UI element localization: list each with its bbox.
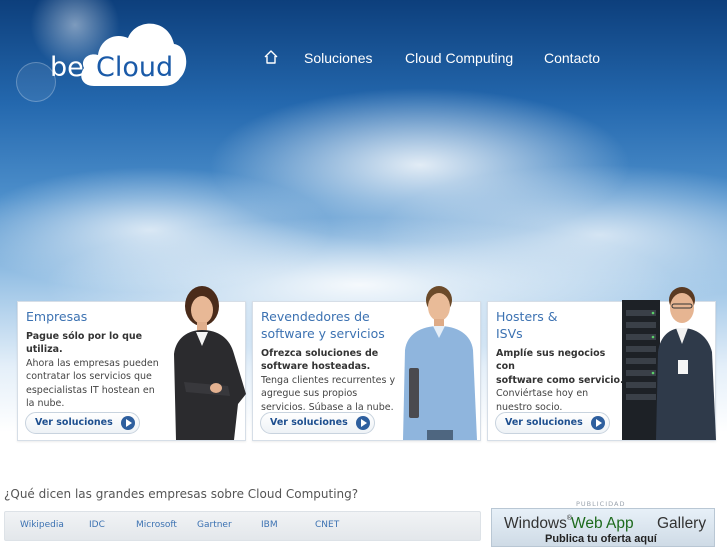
arrow-right-icon <box>120 416 135 430</box>
card-text-line: contratar los servicios que <box>26 371 152 383</box>
card-body: Amplíe sus negocios con software como se… <box>496 347 626 414</box>
tab-cnet[interactable]: CNET <box>315 520 339 530</box>
ver-soluciones-button[interactable]: Ver soluciones <box>25 412 140 434</box>
card-title: Revendedores de software y servicios <box>261 308 385 342</box>
card-bold-line: Amplíe sus negocios con <box>496 348 606 373</box>
ad-label: PUBLICIDAD <box>576 500 626 508</box>
card-text-line: Conviértase hoy en <box>496 388 589 400</box>
ver-soluciones-button[interactable]: Ver soluciones <box>495 412 610 434</box>
nav-soluciones[interactable]: Soluciones <box>304 50 373 66</box>
card-title: Hosters & ISVs <box>496 308 558 342</box>
logo-text-be: be <box>50 52 84 83</box>
tab-microsoft[interactable]: Microsoft <box>136 520 177 530</box>
ad-windows-text: Windows® <box>504 515 572 533</box>
card-revendedores: Revendedores de software y servicios Ofr… <box>252 286 481 441</box>
card-title-line1: Empresas <box>26 309 88 324</box>
card-text-line: la nube. <box>26 398 65 410</box>
card-bold-line: Ofrezca soluciones de <box>261 348 379 359</box>
card-bold-line: software como servicio. <box>496 374 624 386</box>
card-text-line: Ahora las empresas pueden <box>26 357 159 369</box>
ad-webapp-text: Web App <box>571 515 634 532</box>
card-body: Ofrezca soluciones de software hosteadas… <box>261 347 401 414</box>
card-bold-line: software hosteadas. <box>261 361 371 373</box>
man-with-laptop-photo <box>403 286 477 440</box>
card-title: Empresas <box>26 308 87 325</box>
card-title-line2: software y servicios <box>261 326 385 341</box>
arrow-right-icon <box>355 416 370 430</box>
press-tabs: Wikipedia IDC Microsoft Gartner IBM CNET <box>4 511 481 541</box>
card-bold-line: Pague sólo por lo que <box>26 331 143 342</box>
card-text-line: agregue sus propios <box>261 388 358 400</box>
card-text-line: Tenga clientes recurrentes y <box>261 374 396 386</box>
man-with-server-photo <box>622 287 716 440</box>
tab-gartner[interactable]: Gartner <box>197 520 232 530</box>
ad-windows-word: Windows <box>504 515 567 532</box>
button-label: Ver soluciones <box>505 417 583 428</box>
card-body: Pague sólo por lo que utiliza. Ahora las… <box>26 330 166 410</box>
card-empresas: Empresas Pague sólo por lo que utiliza. … <box>17 286 246 441</box>
tab-idc[interactable]: IDC <box>89 520 105 530</box>
arrow-right-icon <box>590 416 605 430</box>
card-title-line1: Hosters & <box>496 309 558 324</box>
web-app-gallery-ad[interactable]: Windows® Web App Gallery Publica tu ofer… <box>491 508 715 547</box>
card-hosters-isvs: Hosters & ISVs Amplíe sus negocios con s… <box>487 287 716 441</box>
tab-wikipedia[interactable]: Wikipedia <box>20 520 64 530</box>
businesswoman-photo <box>174 286 246 440</box>
becloud-logo[interactable]: be Cloud <box>48 18 188 88</box>
logo-text-cloud: Cloud <box>96 52 174 83</box>
card-text-line: nuestro socio. <box>496 401 563 413</box>
card-text-line: especialistas IT hostean en <box>26 384 155 396</box>
nav-cloud-computing[interactable]: Cloud Computing <box>405 50 513 66</box>
tab-ibm[interactable]: IBM <box>261 520 278 530</box>
card-text-line: servicios. Súbase a la nube. <box>261 401 394 413</box>
ver-soluciones-button[interactable]: Ver soluciones <box>260 412 375 434</box>
card-title-line1: Revendedores de <box>261 309 370 324</box>
press-question: ¿Qué dicen las grandes empresas sobre Cl… <box>4 487 359 501</box>
nav-contacto[interactable]: Contacto <box>544 50 600 66</box>
home-icon[interactable] <box>263 49 279 65</box>
button-label: Ver soluciones <box>270 417 348 428</box>
card-title-line2: ISVs <box>496 326 523 341</box>
button-label: Ver soluciones <box>35 417 113 428</box>
ad-cta-text: Publica tu oferta aquí <box>545 533 657 545</box>
card-bold-line: utiliza. <box>26 344 63 356</box>
ad-gallery-text: Gallery <box>657 515 707 532</box>
